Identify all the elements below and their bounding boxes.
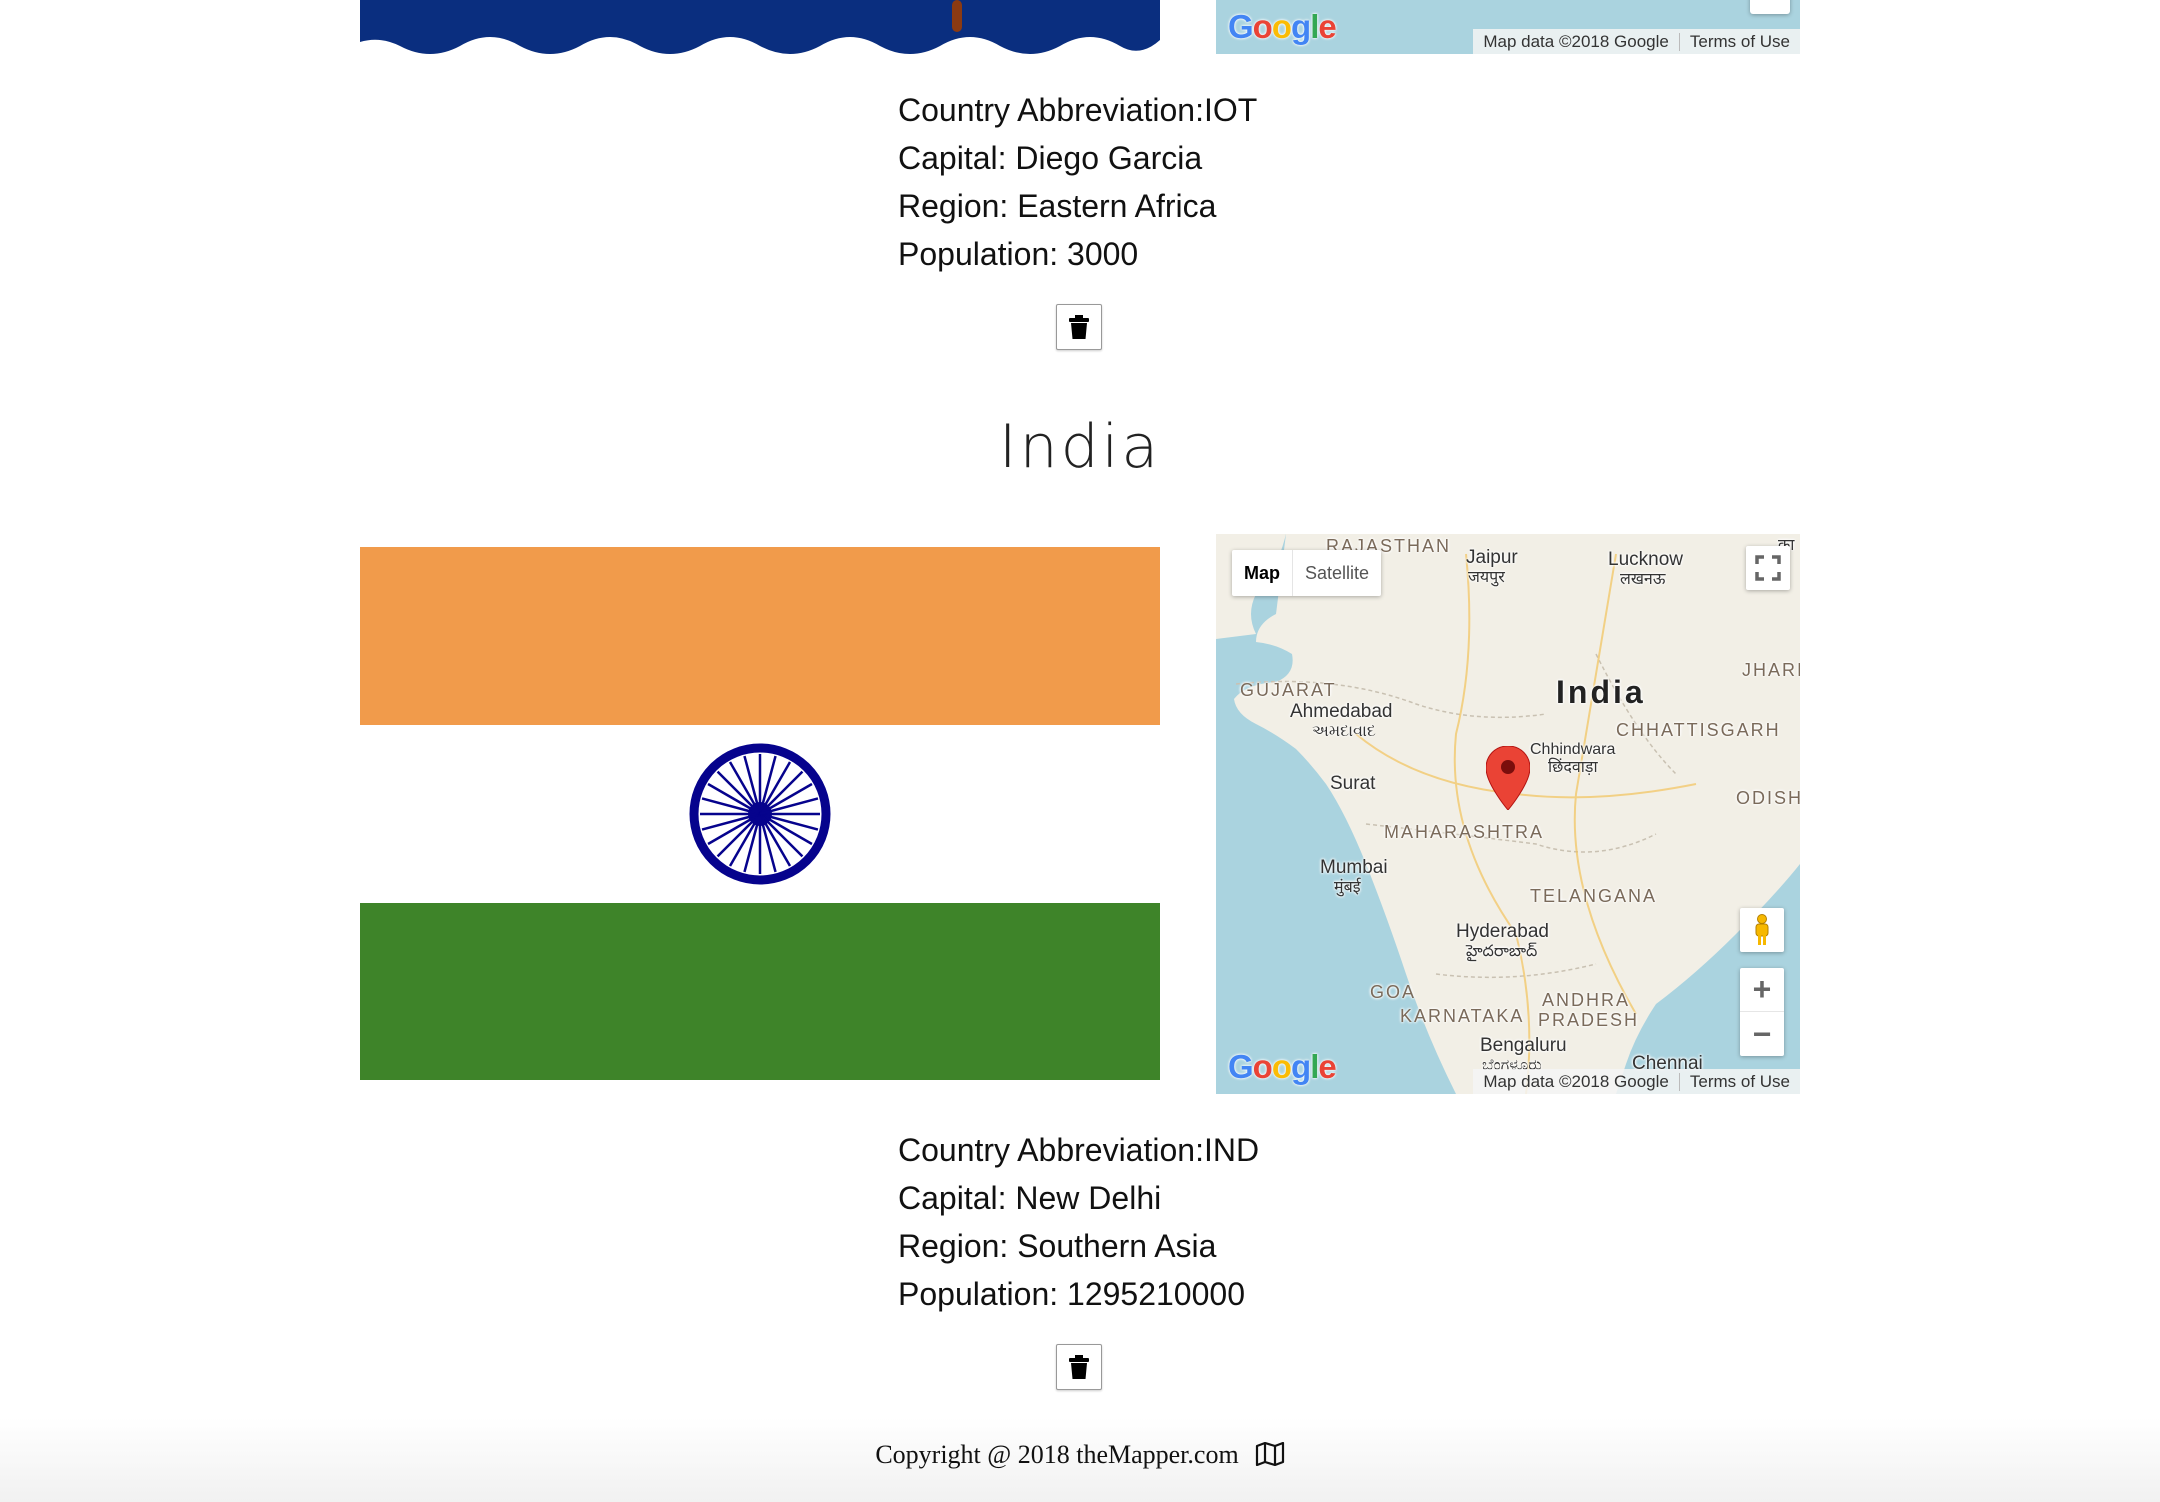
terms-of-use-link[interactable]: Terms of Use	[1690, 1072, 1790, 1092]
map-data-text: Map data ©2018 Google	[1483, 1071, 1669, 1091]
map-attribution: Map data ©2018 Google Terms of Use	[1473, 29, 1800, 54]
country-info-ind: Country Abbreviation:IND Capital: New De…	[898, 1126, 1259, 1318]
map-label: MAHARASHTRA	[1384, 822, 1545, 842]
trash-icon	[1069, 1355, 1089, 1379]
country-info-iot: Country Abbreviation:IOT Capital: Diego …	[898, 86, 1257, 278]
delete-button[interactable]	[1056, 304, 1102, 350]
map-label: Surat	[1330, 773, 1376, 794]
map-label: मुंबई	[1334, 879, 1361, 896]
map-label: KARNATAKA	[1400, 1006, 1525, 1026]
terms-of-use-link[interactable]: Terms of Use	[1690, 32, 1790, 52]
google-logo: Google	[1228, 1048, 1337, 1085]
pegman-button[interactable]	[1740, 908, 1784, 952]
zoom-in-button[interactable]: +	[1740, 968, 1784, 1012]
map-marker-icon[interactable]	[1486, 746, 1530, 810]
map-label: Ahmedabad	[1290, 701, 1393, 722]
capital-text: Capital: New Delhi	[898, 1180, 1162, 1216]
map-label: छिंदवाड़ा	[1548, 759, 1598, 776]
google-logo: Google	[1228, 8, 1337, 45]
capital-text: Capital: Diego Garcia	[898, 140, 1203, 176]
map-label: PRADESH	[1538, 1010, 1640, 1030]
population-text: Population: 3000	[898, 236, 1139, 272]
delete-button[interactable]	[1056, 1344, 1102, 1390]
map-label: హైదరాబాద్	[1466, 943, 1538, 960]
fullscreen-button[interactable]	[1746, 546, 1790, 590]
map-label: GOA	[1370, 982, 1417, 1002]
india-flag	[360, 547, 1160, 1080]
map-book-icon[interactable]	[1255, 1442, 1285, 1466]
population-text: Population: 1295210000	[898, 1276, 1245, 1312]
map-biot[interactable]: Google Map data ©2018 Google Terms of Us…	[1216, 0, 1800, 54]
abbreviation-text: Country Abbreviation:IOT	[898, 92, 1258, 128]
footer: Copyright @ 2018 theMapper.com	[0, 1418, 2160, 1502]
trash-icon	[1069, 315, 1089, 339]
map-label: JHARI	[1742, 660, 1800, 680]
map-data-text: Map data ©2018 Google	[1483, 31, 1669, 51]
map-label: Hyderabad	[1456, 921, 1549, 942]
abbreviation-text: Country Abbreviation:IND	[898, 1132, 1260, 1168]
map-label: जयपुर	[1468, 569, 1505, 586]
region-text: Region: Southern Asia	[898, 1228, 1217, 1264]
region-text: Region: Eastern Africa	[898, 188, 1217, 224]
ashoka-chakra-icon	[689, 743, 831, 885]
map-label: CHHATTISGARH	[1616, 720, 1781, 740]
map-control[interactable]	[1750, 0, 1790, 14]
biot-flag	[360, 0, 1160, 55]
map-label: India	[1556, 674, 1646, 710]
map-type-satellite-button[interactable]: Satellite	[1293, 550, 1381, 596]
country-title: India	[998, 412, 1162, 482]
zoom-control[interactable]: + −	[1740, 968, 1784, 1056]
map-label: ODISH	[1736, 788, 1800, 808]
map-label: Mumbai	[1320, 857, 1388, 878]
map-label: Chhindwara	[1530, 741, 1616, 758]
zoom-out-button[interactable]: −	[1740, 1012, 1784, 1056]
map-india[interactable]: RAJASTHAN Jaipur जयपुर Lucknow लखनऊ का G…	[1216, 534, 1800, 1094]
map-attribution: Map data ©2018 Google Terms of Use	[1473, 1069, 1800, 1094]
map-label: Jaipur	[1466, 547, 1518, 568]
map-label: लखनऊ	[1620, 571, 1666, 588]
map-label: TELANGANA	[1530, 886, 1658, 906]
pegman-icon	[1755, 914, 1769, 945]
map-type-map-button[interactable]: Map	[1232, 550, 1293, 596]
map-label: ANDHRA	[1542, 990, 1631, 1010]
map-label: Bengaluru	[1480, 1035, 1567, 1056]
map-label: અમદાવાદ	[1312, 723, 1376, 740]
map-label: Lucknow	[1608, 549, 1683, 570]
map-type-control[interactable]: Map Satellite	[1232, 550, 1382, 596]
map-label: GUJARAT	[1240, 680, 1337, 700]
footer-copyright: Copyright @ 2018 theMapper.com	[875, 1440, 1239, 1469]
fullscreen-icon	[1755, 555, 1781, 581]
